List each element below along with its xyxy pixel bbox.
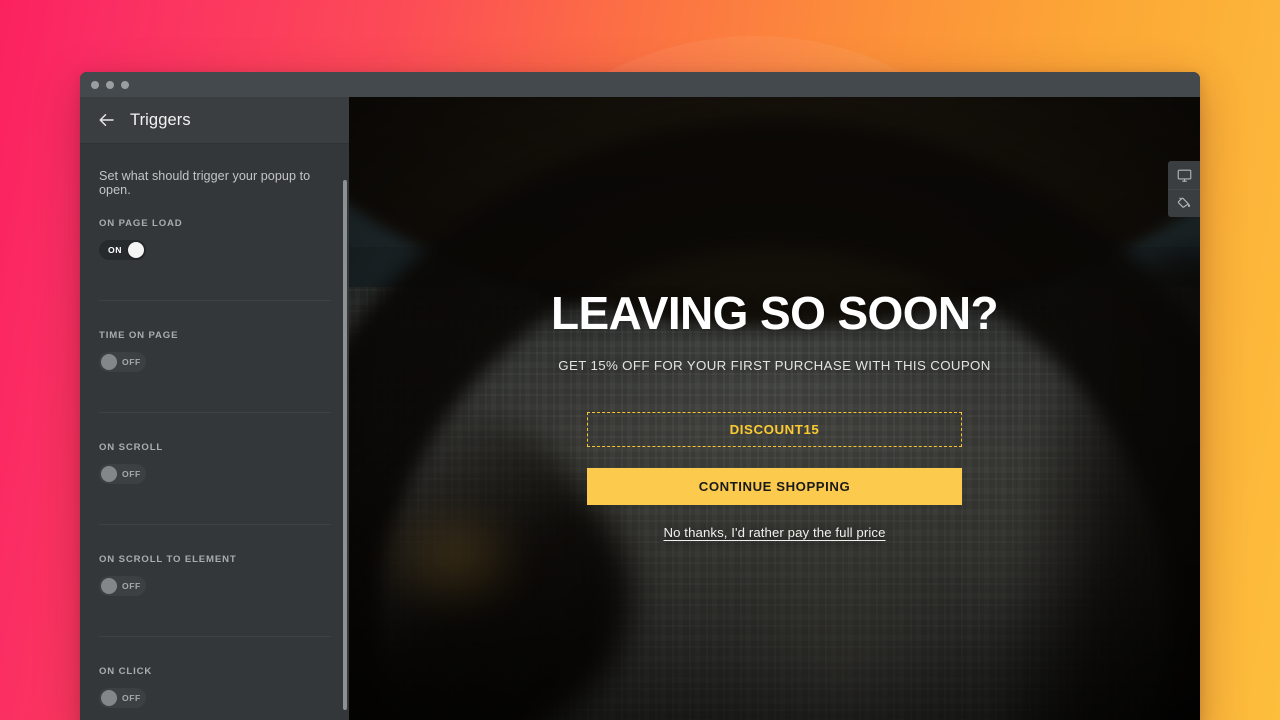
toggle-state-label: OFF	[122, 357, 141, 367]
trigger-label: ON PAGE LOAD	[99, 218, 183, 229]
window-maximize-dot[interactable]	[121, 80, 129, 89]
popup-content: LEAVING SO SOON? GET 15% OFF FOR YOUR FI…	[349, 97, 1200, 720]
trigger-label: ON SCROLL TO ELEMENT	[99, 554, 237, 565]
toggle-state-label: OFF	[122, 581, 141, 591]
arrow-left-icon[interactable]	[98, 111, 116, 129]
window-titlebar	[80, 72, 1200, 97]
trigger-label: ON SCROLL	[99, 442, 164, 453]
browser-window: Triggers Set what should trigger your po…	[80, 72, 1200, 720]
device-preview-tool[interactable]	[1168, 161, 1200, 189]
toggle-knob	[101, 690, 117, 706]
sidebar-description: Set what should trigger your popup to op…	[99, 169, 311, 197]
trigger-row-on-scroll-to-element: ON SCROLL TO ELEMENT OFF	[99, 525, 331, 637]
background-fill-tool[interactable]	[1168, 189, 1200, 217]
window-minimize-dot[interactable]	[106, 80, 114, 89]
sidebar-scrollbar-thumb[interactable]	[343, 180, 347, 710]
trigger-toggle-on-scroll-to-element[interactable]: OFF	[99, 576, 146, 596]
decline-offer-link[interactable]: No thanks, I'd rather pay the full price	[663, 525, 885, 540]
toggle-state-label: OFF	[122, 469, 141, 479]
toggle-knob	[101, 354, 117, 370]
page-title: Triggers	[130, 110, 191, 129]
continue-shopping-label: CONTINUE SHOPPING	[698, 478, 851, 494]
trigger-toggle-on-click[interactable]: OFF	[99, 688, 146, 708]
trigger-row-on-click: ON CLICK OFF	[99, 637, 331, 720]
popup-preview-canvas: LEAVING SO SOON? GET 15% OFF FOR YOUR FI…	[349, 97, 1200, 720]
continue-shopping-button[interactable]: CONTINUE SHOPPING	[587, 467, 962, 505]
preview-tool-panel	[1168, 161, 1200, 217]
trigger-toggle-on-page-load[interactable]: ON	[99, 240, 146, 260]
popup-subheadline: GET 15% OFF FOR YOUR FIRST PURCHASE WITH…	[558, 357, 991, 373]
trigger-toggle-time-on-page[interactable]: OFF	[99, 352, 146, 372]
popup-headline: LEAVING SO SOON?	[550, 287, 999, 339]
toggle-state-label: OFF	[122, 693, 141, 703]
triggers-sidebar: Triggers Set what should trigger your po…	[80, 97, 349, 720]
trigger-row-on-page-load: ON PAGE LOAD ON	[99, 201, 331, 301]
trigger-row-time-on-page: TIME ON PAGE OFF	[99, 301, 331, 413]
sidebar-header: Triggers	[80, 97, 349, 144]
paint-bucket-icon	[1177, 197, 1190, 208]
window-close-dot[interactable]	[91, 80, 99, 89]
toggle-knob	[101, 578, 117, 594]
sidebar-scrollbar-track[interactable]	[343, 144, 348, 720]
trigger-label: TIME ON PAGE	[99, 330, 179, 341]
trigger-label: ON CLICK	[99, 666, 153, 677]
toggle-knob	[128, 242, 144, 258]
toggle-knob	[101, 466, 117, 482]
monitor-icon	[1177, 169, 1191, 182]
trigger-toggle-on-scroll[interactable]: OFF	[99, 464, 146, 484]
trigger-row-on-scroll: ON SCROLL OFF	[99, 413, 331, 525]
coupon-code-box[interactable]: DISCOUNT15	[587, 411, 962, 447]
coupon-code-text: DISCOUNT15	[729, 421, 820, 437]
sidebar-scroll-area[interactable]: Set what should trigger your popup to op…	[80, 144, 349, 720]
toggle-state-label: ON	[108, 245, 122, 255]
window-body: Triggers Set what should trigger your po…	[80, 97, 1200, 720]
